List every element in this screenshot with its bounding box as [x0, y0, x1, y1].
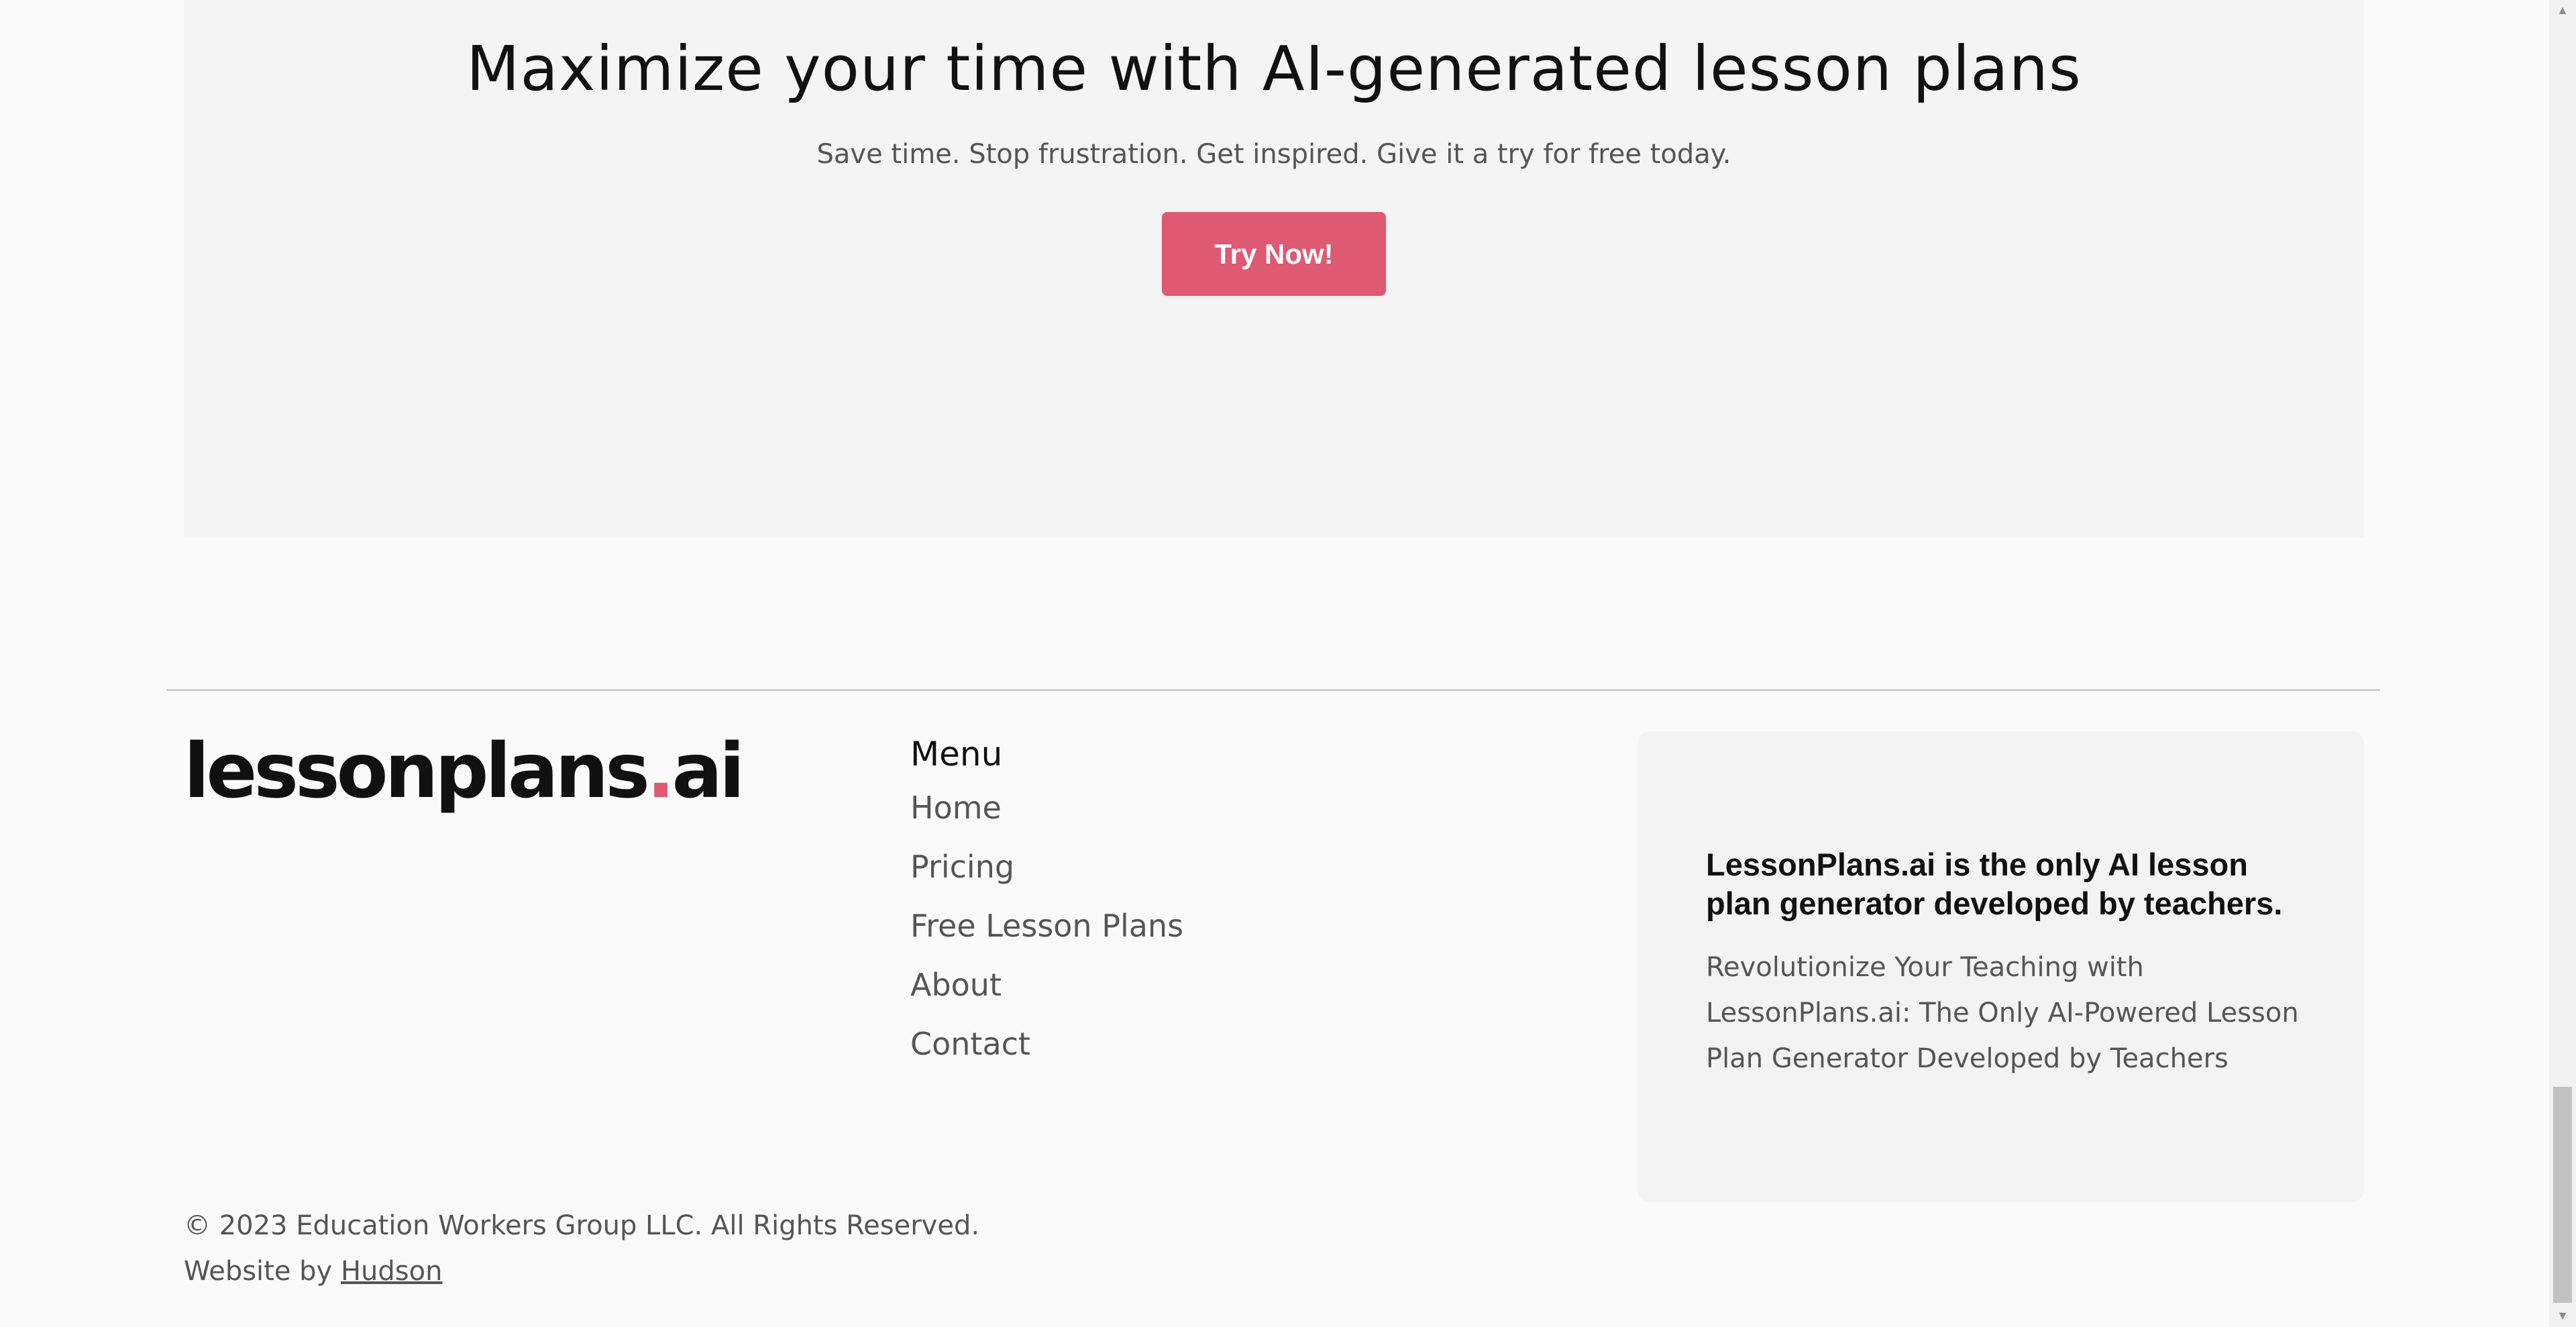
menu-link-home[interactable]: Home: [910, 790, 1002, 826]
menu-link-pricing[interactable]: Pricing: [910, 849, 1014, 885]
menu-link-contact[interactable]: Contact: [910, 1026, 1030, 1062]
logo-suffix: ai: [672, 728, 745, 815]
menu-item-about: About: [910, 959, 1183, 1018]
copyright-text: © 2023 Education Workers Group LLC. All …: [184, 1210, 980, 1241]
cta-title: Maximize your time with AI-generated les…: [466, 33, 2082, 105]
menu-link-free-lesson-plans[interactable]: Free Lesson Plans: [910, 908, 1183, 944]
menu-item-pricing: Pricing: [910, 841, 1183, 900]
footer-divider: [166, 689, 2380, 691]
about-text: Revolutionize Your Teaching with LessonP…: [1706, 952, 2299, 1074]
about-title: LessonPlans.ai is the only AI lesson pla…: [1706, 847, 2283, 921]
website-credit: Website by Hudson: [184, 1249, 442, 1294]
cta-section: Maximize your time with AI-generated les…: [184, 0, 2364, 538]
logo-text: lessonplans: [184, 728, 650, 815]
try-now-button[interactable]: Try Now!: [1162, 212, 1386, 296]
scrollbar-thumb[interactable]: [2553, 1087, 2572, 1303]
hudson-link[interactable]: Hudson: [341, 1256, 442, 1287]
scroll-down-arrow-icon[interactable]: ▼: [2549, 1306, 2576, 1326]
logo[interactable]: lessonplans.ai: [184, 725, 745, 818]
menu-item-contact: Contact: [910, 1018, 1183, 1077]
menu-heading: Menu: [910, 735, 1003, 774]
menu-item-home: Home: [910, 782, 1183, 841]
menu-list: Home Pricing Free Lesson Plans About Con…: [910, 782, 1183, 1077]
credit-prefix: Website by: [184, 1256, 333, 1287]
logo-dot: .: [646, 728, 675, 815]
about-card: LessonPlans.ai is the only AI lesson pla…: [1638, 731, 2364, 1202]
menu-item-free-lesson-plans: Free Lesson Plans: [910, 900, 1183, 959]
scroll-up-arrow-icon[interactable]: ▲: [2549, 0, 2576, 20]
menu-link-about[interactable]: About: [910, 967, 1002, 1003]
footer-menu: Menu Home Pricing Free Lesson Plans Abou…: [910, 727, 1183, 1077]
cta-subtitle: Save time. Stop frustration. Get inspire…: [816, 139, 1731, 170]
vertical-scrollbar[interactable]: ▲ ▼: [2549, 0, 2576, 1327]
